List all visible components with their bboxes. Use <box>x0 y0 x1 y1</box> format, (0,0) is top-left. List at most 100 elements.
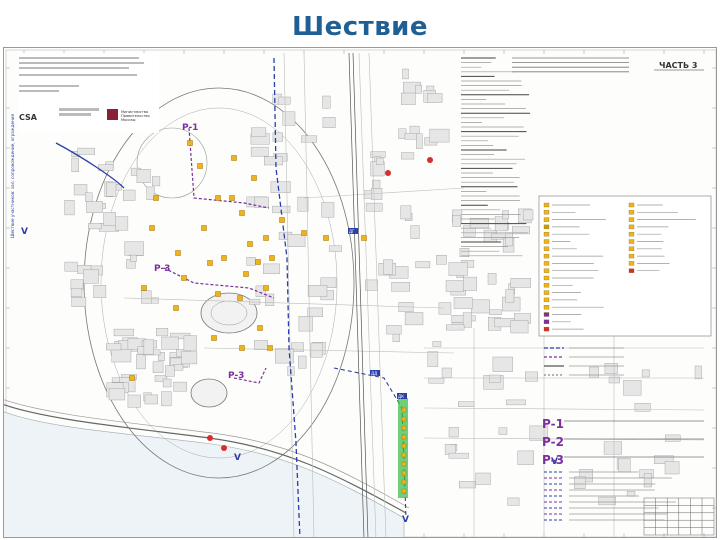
building <box>77 147 95 155</box>
building <box>517 450 534 465</box>
marker-icon <box>247 241 253 247</box>
building <box>136 354 146 370</box>
building <box>402 68 409 80</box>
page-title: Шествие <box>291 12 429 42</box>
marker-icon <box>257 325 263 331</box>
marker-icon <box>543 290 550 295</box>
marker-icon <box>211 335 217 341</box>
building <box>173 381 187 392</box>
building <box>64 200 75 216</box>
railway <box>348 52 369 537</box>
building <box>598 496 616 506</box>
building <box>250 146 269 157</box>
building <box>574 476 586 489</box>
building <box>392 333 400 342</box>
part-label: ЧАСТЬ 3 <box>659 61 697 70</box>
building <box>404 133 417 140</box>
building <box>307 285 328 297</box>
building <box>246 257 256 266</box>
marker-icon <box>129 375 135 381</box>
building <box>122 189 136 201</box>
building <box>282 111 296 126</box>
building <box>70 288 83 298</box>
building <box>506 399 526 406</box>
building <box>127 394 141 408</box>
logo-icon: CSA <box>19 113 38 122</box>
marker-icon <box>401 461 407 467</box>
building <box>400 205 412 220</box>
marker-icon <box>207 260 213 266</box>
building <box>401 152 415 160</box>
building <box>143 339 154 355</box>
marker-icon <box>263 285 269 291</box>
building <box>429 128 450 143</box>
building <box>634 403 651 412</box>
building <box>115 216 129 231</box>
route-badge-p3-south: P-3 <box>228 371 244 381</box>
route-code-p3-south: P-3 <box>228 371 244 381</box>
marker-icon <box>401 434 407 440</box>
marker-icon <box>239 345 245 351</box>
building <box>183 335 197 351</box>
building <box>489 309 502 316</box>
building <box>427 93 443 103</box>
v-marker: V <box>402 515 409 525</box>
building <box>71 296 87 307</box>
marker-icon <box>175 250 181 256</box>
building <box>469 217 489 229</box>
marker-icon <box>628 246 635 251</box>
marker-icon <box>181 275 187 281</box>
marker-icon <box>543 312 550 317</box>
building <box>321 202 335 218</box>
building <box>694 365 702 380</box>
marker-icon <box>239 210 245 216</box>
marker-icon <box>401 416 407 422</box>
marker-icon <box>263 235 269 241</box>
building <box>165 365 175 377</box>
marker-icon <box>401 443 407 449</box>
route-legend-p1: P-1 <box>542 417 564 431</box>
marker-icon <box>628 224 635 230</box>
map-canvas: P-1 P-3 P-3 V V V V ДГ ДД ДК CSA Министе… <box>4 49 716 537</box>
vertical-note: Шествие участников: зал, сопровождение, … <box>10 113 15 238</box>
building <box>475 472 491 485</box>
marker-icon <box>628 239 635 244</box>
marker-icon <box>215 195 221 201</box>
building <box>298 316 313 332</box>
building <box>448 262 468 276</box>
building <box>254 196 269 208</box>
building <box>446 324 465 331</box>
building <box>641 369 650 378</box>
building <box>156 328 169 337</box>
marker-icon <box>269 255 275 261</box>
building <box>278 96 291 105</box>
building <box>108 388 126 401</box>
building <box>251 127 267 137</box>
marker-icon <box>628 268 635 273</box>
parking-label: ДД <box>371 371 377 376</box>
building <box>391 281 410 292</box>
building <box>383 259 393 275</box>
building <box>505 289 515 303</box>
marker-icon <box>401 425 407 431</box>
building <box>83 269 99 284</box>
building <box>106 182 117 197</box>
marker-icon <box>401 407 407 413</box>
marker-icon <box>543 210 550 215</box>
building <box>322 95 331 109</box>
marker-icon <box>628 253 635 259</box>
route-code-p3: P-3 <box>154 264 170 274</box>
marker-icon <box>279 217 285 223</box>
marker-icon <box>149 225 155 231</box>
building <box>626 491 636 497</box>
marker-icon <box>323 235 329 241</box>
building <box>111 349 132 363</box>
logo-icon <box>107 109 118 120</box>
stop-sign-icon <box>207 435 213 441</box>
building <box>301 135 317 143</box>
marker-icon <box>628 261 635 266</box>
building <box>161 336 179 350</box>
parking-label: ДК <box>398 394 404 399</box>
building <box>441 367 452 379</box>
marker-icon <box>153 195 159 201</box>
